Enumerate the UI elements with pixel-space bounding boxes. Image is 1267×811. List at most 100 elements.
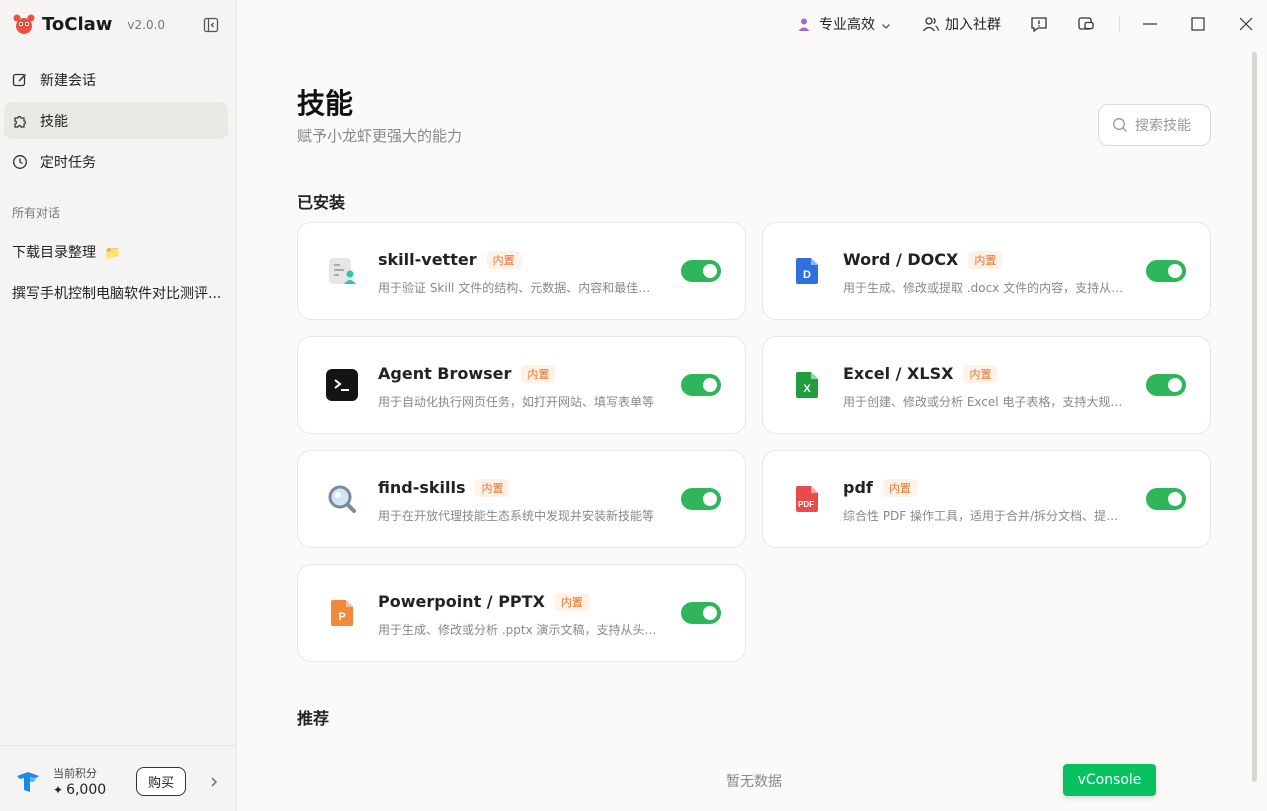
skill-enable-toggle[interactable] (1146, 374, 1186, 396)
points-panel: 当前积分 ✦ 6,000 购买 (0, 745, 236, 811)
sidebar-collapse-icon[interactable] (203, 17, 219, 33)
skill-enable-toggle[interactable] (681, 260, 721, 282)
nav-label: 技能 (40, 113, 68, 130)
terminal-icon (326, 369, 358, 401)
skill-card[interactable]: D Word / DOCX 内置 用于生成、修改或提取 .docx 文件的内容，… (762, 222, 1211, 320)
puzzle-icon (12, 113, 28, 129)
nav-skills[interactable]: 技能 (4, 102, 228, 139)
svg-text:P: P (338, 611, 345, 623)
skill-description: 用于创建、修改或分析 Excel 电子表格，支持大规模数据 (843, 395, 1127, 409)
skill-description: 用于生成、修改或分析 .pptx 演示文稿，支持从头构建 (378, 623, 662, 637)
pdf-icon: PDF (791, 483, 823, 515)
skill-name-row: Word / DOCX 内置 (843, 250, 1003, 269)
skill-name: Powerpoint / PPTX (378, 592, 545, 611)
skill-name: Agent Browser (378, 364, 512, 383)
page-subtitle: 赋予小龙虾更强大的能力 (297, 127, 463, 145)
skill-description: 用于生成、修改或提取 .docx 文件的内容，支持从头创建 (843, 281, 1127, 295)
skill-name: Excel / XLSX (843, 364, 954, 383)
skill-name: Word / DOCX (843, 250, 959, 269)
chevron-down-icon (881, 19, 891, 29)
points-logo-icon (14, 768, 42, 796)
conversation-item[interactable]: 下载目录整理 📁 (12, 242, 226, 262)
main-scrollbar[interactable] (1252, 52, 1257, 782)
sidebar-nav: 新建会话 技能 定时任务 (4, 61, 228, 184)
close-icon[interactable] (1238, 14, 1254, 34)
folder-emoji: 📁 (104, 246, 121, 261)
join-community-label: 加入社群 (945, 17, 1001, 33)
word-icon: D (791, 255, 823, 287)
magnifier-icon (326, 483, 358, 515)
mode-label: 专业高效 (819, 17, 875, 33)
builtin-badge: 内置 (486, 250, 521, 269)
minimize-icon[interactable] (1142, 14, 1158, 34)
app-version: v2.0.0 (127, 18, 166, 32)
sidebar: ToClaw v2.0.0 新建会话 技能 定时任务 所有对话 下载目录整理 📁 (0, 0, 237, 811)
nav-label: 定时任务 (40, 154, 96, 171)
skill-name-row: skill-vetter 内置 (378, 250, 521, 269)
skill-card[interactable]: find-skills 内置 用于在开放代理技能生态系统中发现并安装新技能等 (297, 450, 746, 548)
skill-description: 用于验证 Skill 文件的结构、元数据、内容和最佳实践 (378, 281, 662, 295)
builtin-badge: 内置 (968, 250, 1003, 269)
points-value-row: ✦ 6,000 (53, 782, 106, 798)
skill-card[interactable]: X Excel / XLSX 内置 用于创建、修改或分析 Excel 电子表格，… (762, 336, 1211, 434)
chevron-right-icon[interactable] (208, 776, 220, 788)
mode-selector[interactable]: 专业高效 (796, 14, 891, 34)
nav-scheduled-tasks[interactable]: 定时任务 (4, 143, 228, 180)
search-placeholder: 搜索技能 (1135, 118, 1191, 134)
svg-text:X: X (803, 383, 811, 395)
skill-enable-toggle[interactable] (681, 602, 721, 624)
checklist-icon (326, 255, 358, 287)
buy-button[interactable]: 购买 (136, 767, 186, 796)
skill-name: pdf (843, 478, 873, 497)
maximize-icon[interactable] (1190, 14, 1206, 34)
sparkle-icon: ✦ (53, 783, 64, 797)
excel-icon: X (791, 369, 823, 401)
skill-card[interactable]: Agent Browser 内置 用于自动化执行网页任务，如打开网站、填写表单等 (297, 336, 746, 434)
skill-name: find-skills (378, 478, 466, 497)
skill-card[interactable]: P Powerpoint / PPTX 内置 用于生成、修改或分析 .pptx … (297, 564, 746, 662)
edit-icon (12, 72, 28, 88)
skill-description: 用于自动化执行网页任务，如打开网站、填写表单等 (378, 395, 655, 409)
builtin-badge: 内置 (554, 592, 589, 611)
installed-section-title: 已安装 (297, 193, 346, 212)
conversation-title: 下载目录整理 (12, 245, 96, 261)
brand: ToClaw v2.0.0 (12, 10, 165, 38)
skill-name-row: Excel / XLSX 内置 (843, 364, 998, 383)
skill-enable-toggle[interactable] (1146, 260, 1186, 282)
app-name: ToClaw (42, 13, 113, 35)
points-label: 当前积分 (53, 767, 97, 780)
page-title: 技能 (297, 87, 354, 120)
skill-card[interactable]: skill-vetter 内置 用于验证 Skill 文件的结构、元数据、内容和… (297, 222, 746, 320)
conversation-item[interactable]: 撰写手机控制电脑软件对比测评... (12, 283, 226, 303)
skill-name-row: Powerpoint / PPTX 内置 (378, 592, 589, 611)
builtin-badge: 内置 (882, 478, 917, 497)
nav-label: 新建会话 (40, 72, 96, 89)
ppt-icon: P (326, 597, 358, 629)
skill-description: 综合性 PDF 操作工具，适用于合并/拆分文档、提取内容 (843, 509, 1127, 523)
skill-card[interactable]: PDF pdf 内置 综合性 PDF 操作工具，适用于合并/拆分文档、提取内容 (762, 450, 1211, 548)
skill-name-row: Agent Browser 内置 (378, 364, 556, 383)
builtin-badge: 内置 (475, 478, 510, 497)
builtin-badge: 内置 (963, 364, 998, 383)
search-input[interactable]: 搜索技能 (1098, 104, 1211, 146)
conversation-title: 撰写手机控制电脑软件对比测评... (12, 286, 222, 302)
vconsole-button[interactable]: vConsole (1063, 764, 1156, 796)
nav-new-chat[interactable]: 新建会话 (4, 61, 228, 98)
skill-name-row: find-skills 内置 (378, 478, 510, 497)
skill-enable-toggle[interactable] (681, 488, 721, 510)
skill-enable-toggle[interactable] (681, 374, 721, 396)
window-switch-icon[interactable] (1077, 14, 1095, 34)
clock-icon (12, 154, 28, 170)
empty-state-text: 暂无数据 (726, 774, 782, 790)
skill-enable-toggle[interactable] (1146, 488, 1186, 510)
avatar-icon (796, 16, 812, 32)
join-community-button[interactable]: 加入社群 (922, 14, 1001, 34)
titlebar-divider (1119, 15, 1120, 33)
builtin-badge: 内置 (521, 364, 556, 383)
svg-text:D: D (803, 269, 811, 281)
conversations-section-label: 所有对话 (12, 206, 61, 220)
users-icon (922, 16, 940, 32)
feedback-icon[interactable] (1030, 14, 1048, 34)
svg-text:PDF: PDF (798, 500, 814, 509)
skill-name-row: pdf 内置 (843, 478, 917, 497)
